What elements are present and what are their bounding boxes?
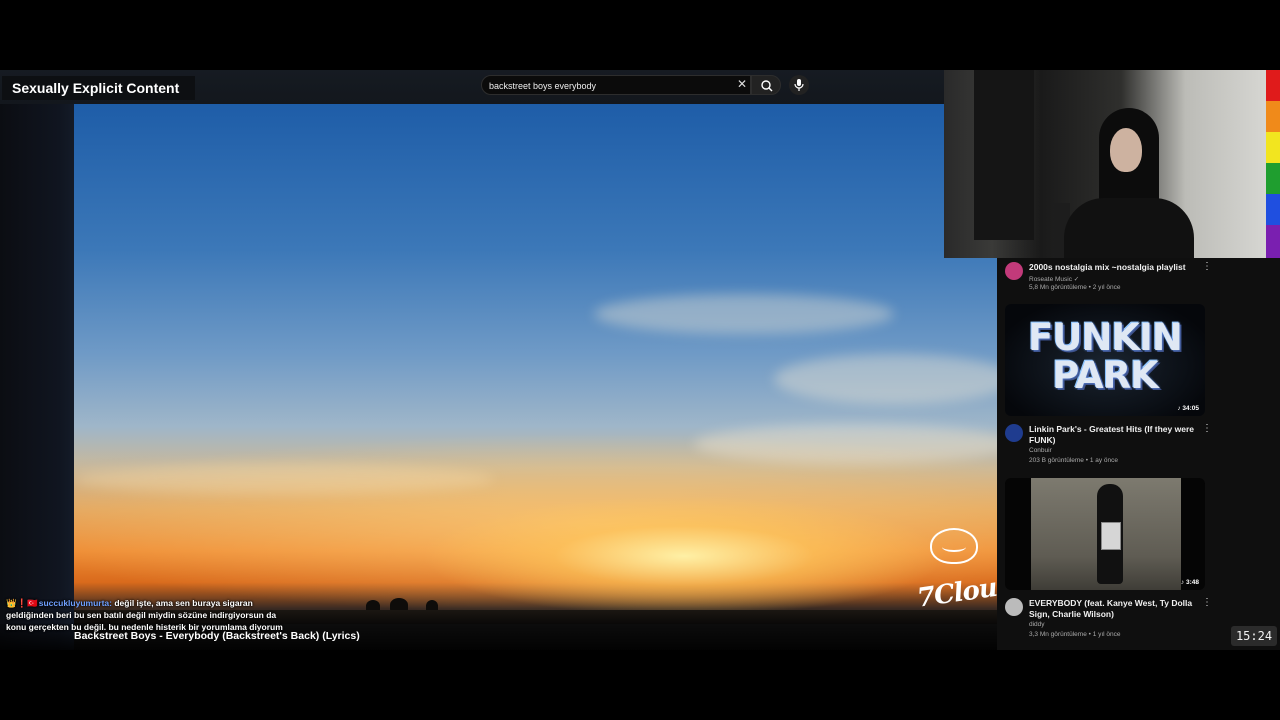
streamer-body	[1064, 198, 1194, 258]
mic-icon	[794, 79, 804, 91]
channel-avatar[interactable]	[1005, 424, 1023, 442]
search-button[interactable]	[751, 75, 781, 95]
duration-badge: ♪ 3:48	[1180, 579, 1199, 586]
recommendation-title[interactable]: 2000s nostalgia mix ~nostalgia playlist	[1029, 262, 1199, 273]
thumbnail-text: PARK	[1052, 354, 1159, 397]
more-options-icon[interactable]: ⋮	[1202, 262, 1212, 272]
channel-avatar[interactable]	[1005, 262, 1023, 280]
rainbow-stripe-yellow	[1266, 132, 1280, 163]
webcam-background-door	[974, 70, 1034, 240]
recommendation-title[interactable]: Linkin Park's - Greatest Hits (If they w…	[1029, 424, 1199, 446]
sky-cloud	[694, 424, 997, 464]
video-player[interactable]: 7Clouds	[74, 104, 997, 624]
rainbow-stripe-red	[1266, 70, 1280, 101]
recommendation-channel[interactable]: Conbuir	[1029, 447, 1052, 454]
recommendation-channel[interactable]: diddy	[1029, 621, 1045, 628]
search-icon	[761, 80, 773, 92]
recommendation-meta: 203 B görüntüleme • 1 ay önce	[1029, 457, 1119, 464]
close-icon[interactable]: ✕	[735, 77, 749, 91]
video-thumbnail[interactable]: FUNKIN PARK ♪ 34:05	[1005, 304, 1205, 416]
streamer-face	[1110, 128, 1142, 172]
recommendation-meta: 3,3 Mn görüntüleme • 1 yıl önce	[1029, 631, 1121, 638]
player-left-margin	[0, 104, 74, 650]
sky-cloud	[594, 294, 894, 334]
recommendation-channel[interactable]: Roseate Music ✓	[1029, 275, 1079, 283]
stream-canvas: Sexually Explicit Content backstreet boy…	[0, 70, 1280, 650]
recommendation-title[interactable]: EVERYBODY (feat. Kanye West, Ty Dolla Si…	[1029, 598, 1199, 620]
recommendation-item[interactable]: FUNKIN PARK ♪ 34:05 Linkin Park's - Grea…	[1005, 304, 1212, 464]
duration-badge: ♪ 34:05	[1177, 405, 1199, 412]
webcam-feed	[944, 70, 1266, 258]
rainbow-stripe-green	[1266, 163, 1280, 194]
thumbnail-card	[1101, 522, 1121, 550]
more-options-icon[interactable]: ⋮	[1202, 424, 1212, 434]
thumbnail-text: FUNKIN	[1028, 316, 1183, 359]
recommendation-meta: 5,8 Mn görüntüleme • 2 yıl önce	[1029, 284, 1121, 291]
recommendation-item[interactable]: ♪ 3:48 EVERYBODY (feat. Kanye West, Ty D…	[1005, 478, 1212, 643]
chat-username: succukluyumurta:	[38, 598, 112, 608]
youtube-header: Sexually Explicit Content backstreet boy…	[0, 70, 997, 104]
content-warning-label: Sexually Explicit Content	[2, 76, 196, 100]
recommendation-item[interactable]: 2000s nostalgia mix ~nostalgia playlist …	[1005, 260, 1212, 300]
clock-overlay: 15:24	[1231, 626, 1277, 646]
channel-avatar[interactable]	[1005, 598, 1023, 616]
more-options-icon[interactable]: ⋮	[1202, 598, 1212, 608]
chat-message: 👑❗🇹🇷succukluyumurta: değil işte, ama sen…	[6, 597, 296, 633]
voice-search-button[interactable]	[789, 75, 809, 95]
streamer	[1054, 108, 1194, 258]
rainbow-stripe-purple	[1266, 225, 1280, 258]
rainbow-stripe-orange	[1266, 101, 1280, 132]
search-input[interactable]: backstreet boys everybody	[481, 75, 751, 95]
chat-badges: 👑❗🇹🇷	[6, 598, 38, 608]
sky-cloud	[74, 464, 494, 494]
rainbow-stripe-blue	[1266, 194, 1280, 225]
cloud-logo-icon	[930, 528, 978, 564]
video-thumbnail[interactable]: ♪ 3:48	[1005, 478, 1205, 590]
thumbnail-image	[1031, 478, 1181, 590]
sky-cloud	[774, 354, 997, 404]
